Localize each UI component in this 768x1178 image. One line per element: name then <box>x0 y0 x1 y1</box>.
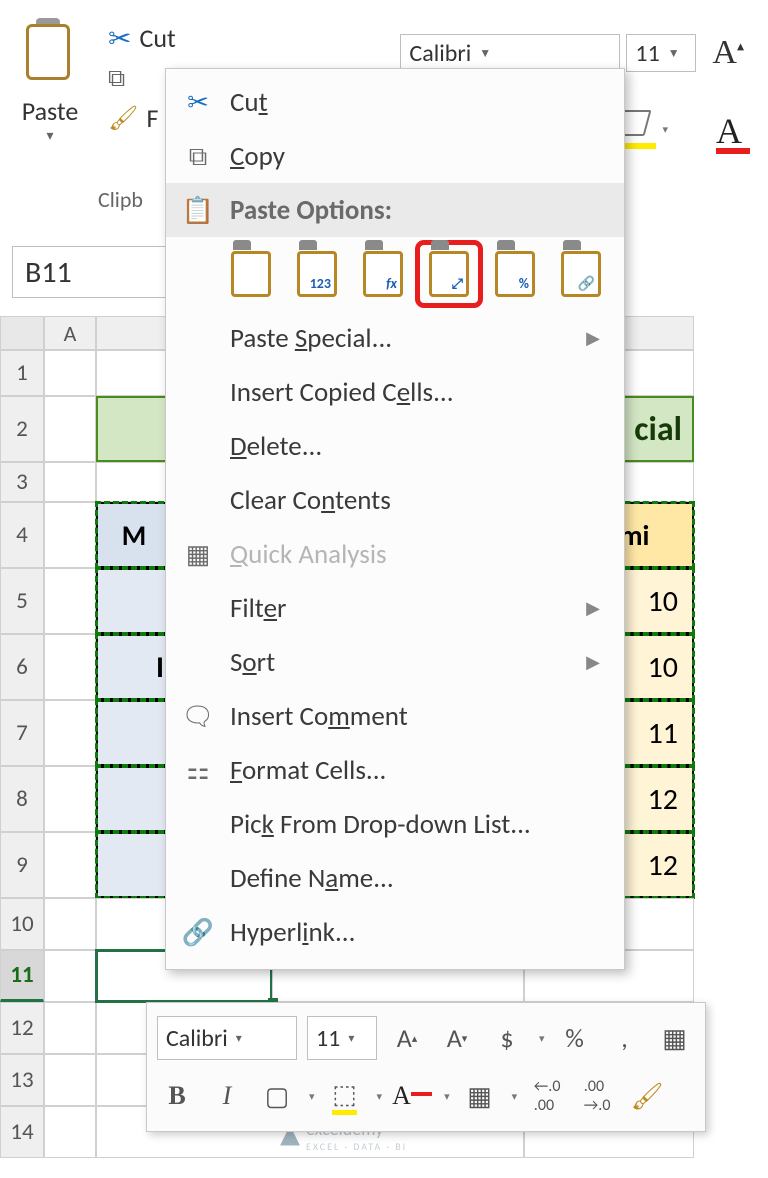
mini-inc-decimal[interactable]: ←.0.00 <box>527 1076 567 1116</box>
paste-dropdown-arrow[interactable]: ▾ <box>20 127 80 144</box>
font-size-value: 11 <box>635 39 659 68</box>
mini-borders2[interactable]: ▦ <box>460 1076 500 1116</box>
row-header[interactable]: 13 <box>0 1054 44 1106</box>
ctx-insert-comment[interactable]: 🗨 Insert Comment <box>166 689 624 743</box>
ctx-hyperlink[interactable]: 🔗 Hyperlink... <box>166 905 624 959</box>
font-color-button[interactable]: A <box>716 110 750 154</box>
context-menu: ✂ Cut ⧉ Copy 📋 Paste Options: 123 fx ⤢ %… <box>165 68 625 970</box>
select-all-corner[interactable] <box>0 316 44 350</box>
cut-label: Cut <box>139 22 175 54</box>
row-header[interactable]: 6 <box>0 634 44 700</box>
ctx-define-name[interactable]: Define Name... <box>166 851 624 905</box>
cell-B8[interactable] <box>96 766 172 832</box>
row-header[interactable]: 10 <box>0 898 44 950</box>
row-header[interactable]: 5 <box>0 568 44 634</box>
cell-B6[interactable]: I <box>96 634 172 700</box>
ctx-clear[interactable]: Clear Contents <box>166 473 624 527</box>
comment-icon: 🗨 <box>180 700 216 732</box>
ctx-cut[interactable]: ✂ Cut <box>166 75 624 129</box>
paste-formatting[interactable]: % <box>486 245 544 303</box>
paste-icon <box>20 18 80 88</box>
font-name-value: Calibri <box>409 39 471 68</box>
mini-accounting[interactable]: $ <box>487 1018 527 1058</box>
row-header[interactable]: 3 <box>0 462 44 502</box>
col-header-A[interactable]: A <box>44 316 96 350</box>
row-header[interactable]: 1 <box>0 350 44 396</box>
format-painter-label: F <box>146 102 158 134</box>
paste-label: Paste <box>20 95 80 127</box>
row-header[interactable]: 12 <box>0 1002 44 1054</box>
copy-icon: ⧉ <box>180 140 216 173</box>
clipboard-group-label: Clipb <box>98 186 143 213</box>
cut-button[interactable]: ✂ Cut <box>108 18 176 58</box>
paste-split-button[interactable]: Paste ▾ <box>20 18 80 144</box>
mini-shrink-font[interactable]: A▾ <box>437 1018 477 1058</box>
paste-link[interactable]: 🔗 <box>552 245 610 303</box>
ctx-delete[interactable]: Delete... <box>166 419 624 473</box>
quick-analysis-icon: ▦ <box>180 538 216 570</box>
ctx-pick-dropdown[interactable]: Pick From Drop-down List... <box>166 797 624 851</box>
grow-font-icon[interactable]: A▴ <box>712 34 744 72</box>
scissors-icon: ✂ <box>180 86 216 118</box>
paste-keep-source[interactable] <box>222 245 280 303</box>
mini-dec-decimal[interactable]: .00→.0 <box>577 1076 617 1116</box>
ctx-quick-analysis: ▦ Quick Analysis <box>166 527 624 581</box>
mini-borders[interactable]: ▢ <box>257 1076 297 1116</box>
mini-format-painter[interactable]: 🖌 <box>627 1076 667 1116</box>
clipboard-icon: 📋 <box>180 194 216 226</box>
cell-B5[interactable] <box>96 568 172 634</box>
mini-toolbar: Calibri▾ 11▾ A▴ A▾ $▾ % , ▦ B I ▢▾ ⬚▾ A▾… <box>146 1002 706 1132</box>
ctx-paste-options-header: 📋 Paste Options: <box>166 183 624 237</box>
mini-bold[interactable]: B <box>157 1076 197 1116</box>
ctx-filter[interactable]: Filter▶ <box>166 581 624 635</box>
paste-formulas[interactable]: fx <box>354 245 412 303</box>
ctx-paste-special[interactable]: Paste Special...▶ <box>166 311 624 365</box>
row-header[interactable]: 2 <box>0 396 44 462</box>
font-size-combo[interactable]: 11▼ <box>626 34 696 72</box>
cell-B4[interactable]: M <box>96 502 172 568</box>
mini-percent[interactable]: % <box>555 1018 595 1058</box>
mini-merge[interactable]: ▦ <box>655 1018 695 1058</box>
mini-font-combo[interactable]: Calibri▾ <box>157 1016 297 1060</box>
ctx-format-cells[interactable]: ⚏ Format Cells... <box>166 743 624 797</box>
ctx-copy[interactable]: ⧉ Copy <box>166 129 624 183</box>
fill-color-button[interactable]: ▾ <box>618 110 668 149</box>
paste-transpose[interactable]: ⤢ <box>420 245 478 303</box>
cell-B9[interactable] <box>96 832 172 898</box>
mini-comma[interactable]: , <box>605 1018 645 1058</box>
row-header[interactable]: 9 <box>0 832 44 898</box>
link-icon: 🔗 <box>180 916 216 948</box>
name-box[interactable] <box>12 246 172 298</box>
row-header[interactable]: 4 <box>0 502 44 568</box>
ctx-insert-copied[interactable]: Insert Copied Cells... <box>166 365 624 419</box>
scissors-icon: ✂ <box>108 21 131 56</box>
paste-values[interactable]: 123 <box>288 245 346 303</box>
ctx-sort[interactable]: Sort▶ <box>166 635 624 689</box>
row-header[interactable]: 8 <box>0 766 44 832</box>
row-header-active[interactable]: 11 <box>0 950 44 1002</box>
mini-size-combo[interactable]: 11▾ <box>307 1016 377 1060</box>
brush-icon: 🖌 <box>108 104 138 133</box>
mini-italic[interactable]: I <box>207 1076 247 1116</box>
row-header[interactable]: 14 <box>0 1106 44 1158</box>
row-header[interactable]: 7 <box>0 700 44 766</box>
format-cells-icon: ⚏ <box>180 754 216 786</box>
paste-options-row: 123 fx ⤢ % 🔗 <box>166 237 624 311</box>
copy-icon: ⧉ <box>108 64 125 93</box>
font-name-combo[interactable]: Calibri▼ <box>400 34 620 72</box>
mini-fill[interactable]: ⬚ <box>325 1076 365 1116</box>
mini-font-color[interactable]: A <box>392 1076 432 1116</box>
cell-B7[interactable] <box>96 700 172 766</box>
mini-grow-font[interactable]: A▴ <box>387 1018 427 1058</box>
